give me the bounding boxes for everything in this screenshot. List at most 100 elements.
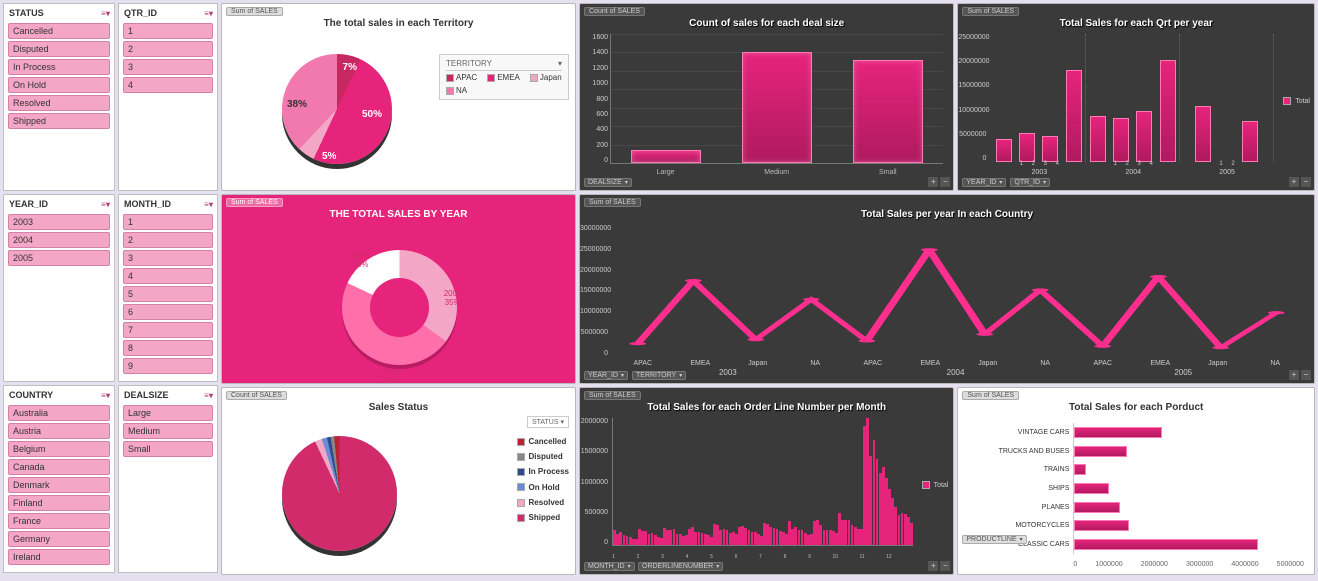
territory-legend: TERRITORY▾ APACEMEAJapanNA: [439, 54, 569, 100]
axis-chip[interactable]: MONTH_ID: [584, 562, 635, 571]
slicer-title: QTR_ID: [124, 8, 157, 18]
filter-icon[interactable]: ≡ ▾: [101, 200, 109, 209]
chart-title: Count of sales for each deal size: [580, 18, 953, 29]
drill-buttons[interactable]: +−: [928, 561, 950, 571]
filter-icon[interactable]: ≡ ▾: [204, 200, 212, 209]
chart-title: Total Sales per year In each Country: [580, 209, 1314, 220]
chart-orderline[interactable]: Sum of SALES Total Sales for each Order …: [579, 387, 954, 575]
line-chart: [610, 223, 1304, 357]
chart-sales-status[interactable]: Count of SALES Sales Status STATUS ▾ Can…: [221, 387, 576, 575]
chart-title: THE TOTAL SALES BY YEAR: [222, 209, 575, 220]
chart-title: Total Sales for each Order Line Number p…: [580, 402, 953, 413]
metric-badge: Sum of SALES: [584, 198, 641, 207]
filter-icon[interactable]: ≡ ▾: [204, 391, 212, 400]
slicer-item[interactable]: Denmark: [8, 477, 110, 493]
slicer-item[interactable]: 2004: [8, 232, 110, 248]
chart-title: Sales Status: [222, 402, 575, 413]
slicer-item[interactable]: 3: [123, 250, 213, 266]
pie-chart: [282, 436, 397, 551]
slicer-title: STATUS: [9, 8, 44, 18]
chart-dealsize[interactable]: Count of SALES Count of sales for each d…: [579, 3, 954, 191]
slicer-item[interactable]: Canada: [8, 459, 110, 475]
slicer-item[interactable]: 5: [123, 286, 213, 302]
axis-chip[interactable]: YEAR_ID: [962, 178, 1006, 187]
filters-column: STATUS ≡ ▾ Cancelled Disputed In Process On …: [3, 3, 218, 578]
slicer-title: YEAR_ID: [9, 199, 48, 209]
status-legend: CancelledDisputedIn ProcessOn HoldResolv…: [517, 434, 569, 525]
slicer-title: MONTH_ID: [124, 199, 171, 209]
slicer-month[interactable]: MONTH_ID ≡ ▾ 1 2 3 4 5 6 7 8 9: [118, 194, 218, 382]
slicer-item[interactable]: Finland: [8, 495, 110, 511]
drill-buttons[interactable]: +−: [928, 177, 950, 187]
slicer-item[interactable]: Medium: [123, 423, 213, 439]
slicer-item[interactable]: France: [8, 513, 110, 529]
slicer-year[interactable]: YEAR_ID ≡ ▾ 2003 2004 2005: [3, 194, 115, 382]
chart-country-sales[interactable]: Sum of SALES Total Sales per year In eac…: [579, 194, 1315, 384]
slicer-item[interactable]: 2: [123, 41, 213, 57]
slicer-item[interactable]: 2003: [8, 214, 110, 230]
slicer-item[interactable]: Ireland: [8, 549, 110, 565]
axis-chip[interactable]: TERRITORY: [632, 371, 686, 380]
slicer-item[interactable]: 3: [123, 59, 213, 75]
metric-badge: Sum of SALES: [584, 391, 641, 400]
slicer-item[interactable]: In Process: [8, 59, 110, 75]
slicer-item[interactable]: 9: [123, 358, 213, 374]
slicer-item[interactable]: 1: [123, 23, 213, 39]
slicer-status[interactable]: STATUS ≡ ▾ Cancelled Disputed In Process On …: [3, 3, 115, 191]
slicer-item[interactable]: Germany: [8, 531, 110, 547]
slicer-item[interactable]: 8: [123, 340, 213, 356]
slicer-item[interactable]: Resolved: [8, 95, 110, 111]
metric-badge: Sum of SALES: [962, 7, 1019, 16]
drill-buttons[interactable]: +−: [1289, 370, 1311, 380]
filter-icon[interactable]: ≡ ▾: [204, 9, 212, 18]
donut-chart: 200335% 200447% 200518%: [342, 250, 457, 365]
slicer-item[interactable]: Large: [123, 405, 213, 421]
slicer-item[interactable]: 2005: [8, 250, 110, 266]
slicer-item[interactable]: 7: [123, 322, 213, 338]
bar-chart: [992, 34, 1274, 162]
bar-chart: [1073, 423, 1304, 554]
metric-badge: Count of SALES: [226, 391, 287, 400]
slicer-item[interactable]: Cancelled: [8, 23, 110, 39]
chart-territory[interactable]: Sum of SALES The total sales in each Ter…: [221, 3, 576, 191]
slicer-item[interactable]: 2: [123, 232, 213, 248]
filter-icon[interactable]: ≡ ▾: [101, 9, 109, 18]
chart-product[interactable]: Sum of SALES Total Sales for each Porduc…: [957, 387, 1315, 575]
bar-chart: [612, 418, 913, 546]
metric-badge: Sum of SALES: [226, 7, 283, 16]
slicer-item[interactable]: On Hold: [8, 77, 110, 93]
legend: Total: [922, 481, 949, 489]
axis-chip[interactable]: PRODUCTLINE: [962, 535, 1026, 544]
metric-badge: Count of SALES: [584, 7, 645, 16]
chart-title: Total Sales for each Qrt per year: [958, 18, 1314, 29]
pie-chart: 7% 50% 5% 38%: [282, 54, 392, 164]
slicer-item[interactable]: Small: [123, 441, 213, 457]
axis-chip[interactable]: YEAR_ID: [584, 371, 628, 380]
drill-buttons[interactable]: +−: [1289, 177, 1311, 187]
chart-total-by-year[interactable]: Sum of SALES THE TOTAL SALES BY YEAR 200…: [221, 194, 576, 384]
chart-title: The total sales in each Territory: [222, 18, 575, 29]
axis-chip[interactable]: ORDERLINENUMBER: [638, 562, 723, 571]
legend: Total: [1283, 97, 1310, 105]
legend-header: STATUS ▾: [527, 416, 569, 428]
chart-qrt-year[interactable]: Sum of SALES Total Sales for each Qrt pe…: [957, 3, 1315, 191]
slicer-country[interactable]: COUNTRY≡ ▾ AustraliaAustriaBelgiumCanada…: [3, 385, 115, 573]
slicer-qtr[interactable]: QTR_ID ≡ ▾ 1 2 3 4: [118, 3, 218, 191]
chart-title: Total Sales for each Porduct: [958, 402, 1314, 413]
slicer-item[interactable]: 1: [123, 214, 213, 230]
slicer-item[interactable]: 4: [123, 77, 213, 93]
slicer-item[interactable]: Belgium: [8, 441, 110, 457]
slicer-deal[interactable]: DEALSIZE ≡ ▾ Large Medium Small: [118, 385, 218, 573]
slicer-title: DEALSIZE: [124, 390, 169, 400]
axis-chip[interactable]: QTR_ID: [1010, 178, 1050, 187]
slicer-item[interactable]: 6: [123, 304, 213, 320]
metric-badge: Sum of SALES: [962, 391, 1019, 400]
slicer-item[interactable]: Shipped: [8, 113, 110, 129]
metric-badge: Sum of SALES: [226, 198, 283, 207]
slicer-item[interactable]: 4: [123, 268, 213, 284]
slicer-item[interactable]: Disputed: [8, 41, 110, 57]
slicer-item[interactable]: Austria: [8, 423, 110, 439]
filter-icon[interactable]: ≡ ▾: [101, 391, 109, 400]
axis-chip[interactable]: DEALSIZE: [584, 178, 632, 187]
slicer-item[interactable]: Australia: [8, 405, 110, 421]
